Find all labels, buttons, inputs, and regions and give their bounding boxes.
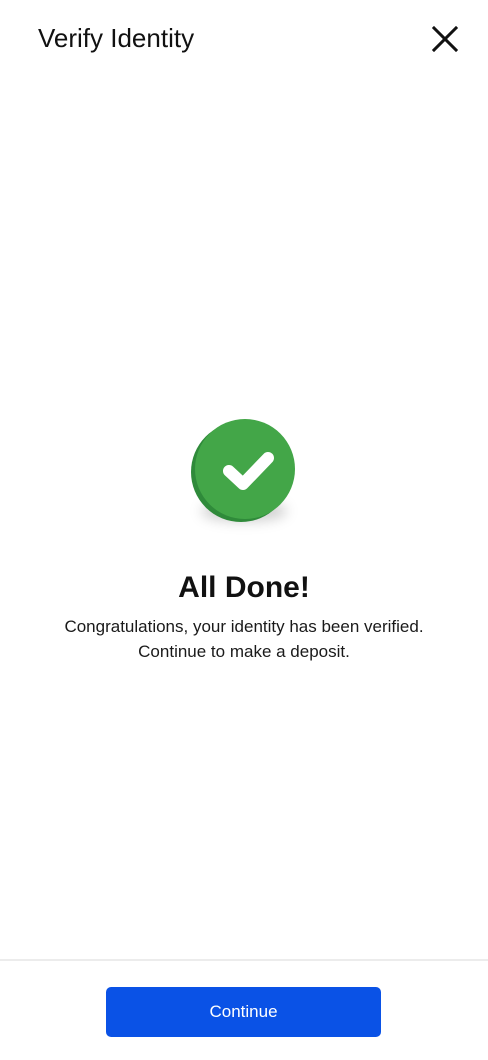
check-circle-icon <box>189 414 299 526</box>
footer-divider <box>0 959 488 961</box>
close-icon <box>432 26 458 52</box>
success-title: All Done! <box>178 571 310 604</box>
success-message-line-1: Congratulations, your identity has been … <box>64 617 424 636</box>
continue-button[interactable]: Continue <box>106 987 381 1037</box>
page-title: Verify Identity <box>38 23 195 53</box>
close-button[interactable] <box>425 19 465 59</box>
success-message: Congratulations, your identity has been … <box>0 614 488 664</box>
checkmark-icon <box>223 452 274 490</box>
success-content: All Done! Congratulations, your identity… <box>0 414 488 664</box>
verify-identity-screen: Verify Identity All Done! Congratulation… <box>0 0 488 1060</box>
success-message-line-2: Continue to make a deposit. <box>138 642 350 661</box>
header: Verify Identity <box>0 0 488 78</box>
